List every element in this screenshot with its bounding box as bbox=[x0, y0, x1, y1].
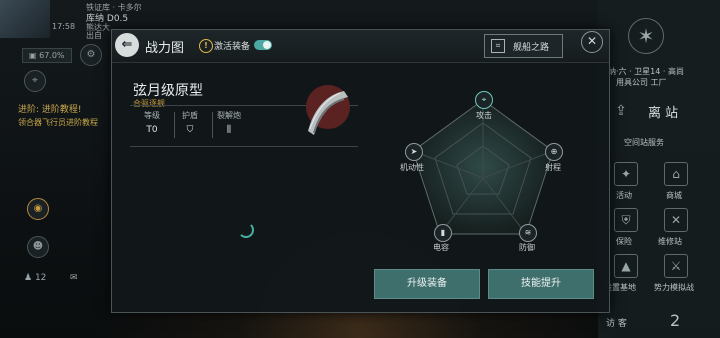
insurance-label[interactable]: 保险 bbox=[616, 236, 632, 247]
player-sub-text-2: 出自 bbox=[86, 31, 102, 40]
station-panel: ✶ 纳·六 · 卫星14 · 高尚 用具公司 工厂 ⇪ 离 站 空间站服务 ✦ … bbox=[598, 0, 720, 338]
stat-cannon-label: 裂解炮 bbox=[217, 111, 241, 120]
shield-icon: ⛉ bbox=[186, 125, 194, 135]
user-icon[interactable]: ☻ bbox=[27, 236, 49, 258]
capacity-icon[interactable]: ▮ bbox=[434, 224, 452, 242]
undock-icon[interactable]: ⇪ bbox=[610, 100, 632, 122]
leave-station-button[interactable]: 离 站 bbox=[648, 102, 678, 121]
player-avatar[interactable] bbox=[0, 0, 50, 38]
defense-icon[interactable]: ≋ bbox=[519, 224, 537, 242]
counter: ♟ 12 bbox=[24, 273, 47, 283]
mail-icon[interactable]: ✉ bbox=[70, 273, 78, 283]
radar-label-attack: 攻击 bbox=[476, 111, 492, 120]
stat-tier-label: 等级 bbox=[144, 111, 160, 120]
toggle-knob bbox=[263, 41, 271, 49]
player-coords: 17:58 bbox=[52, 22, 76, 31]
target-icon[interactable]: ◉ bbox=[27, 198, 49, 220]
activate-equipment-toggle[interactable] bbox=[254, 40, 272, 50]
station-location-line2: 用具公司 工厂 bbox=[616, 78, 667, 87]
close-button[interactable]: ✕ bbox=[581, 31, 603, 53]
stat-shield-label: 护盾 bbox=[182, 111, 198, 120]
settings-icon[interactable]: ⚙ bbox=[80, 44, 102, 66]
ship-class: 合驱逐舰 bbox=[133, 99, 165, 108]
shop-label[interactable]: 商城 bbox=[666, 190, 682, 201]
cannon-icon: ⫼ bbox=[226, 125, 232, 135]
skill-upgrade-button[interactable]: 技能提升 bbox=[488, 269, 594, 299]
activate-equipment-label: 激活装备 bbox=[214, 42, 251, 52]
visitor-count: 2 bbox=[670, 311, 681, 330]
station-services-label: 空间站服务 bbox=[624, 138, 664, 147]
dialog-title: 战力图 bbox=[145, 41, 185, 56]
task-title[interactable]: 进阶: 进阶教程! bbox=[18, 102, 82, 115]
faction-battle-icon[interactable]: ⚔ bbox=[664, 254, 688, 278]
base-icon[interactable]: ▲ bbox=[614, 254, 638, 278]
dialog-header: ⇐ 战力图 ! 激活装备 ⌗ 舰船之路 bbox=[112, 30, 609, 63]
people-icon: ♟ bbox=[24, 273, 33, 283]
task-desc[interactable]: 领合器飞行员进阶教程 bbox=[18, 117, 98, 128]
stat-cannon: 裂解炮 ⫼ bbox=[209, 110, 249, 135]
shield-badge-icon: ▣ bbox=[29, 51, 37, 60]
loading-spinner bbox=[238, 222, 254, 238]
station-location-line1: 纳·六 · 卫星14 · 高尚 bbox=[608, 67, 684, 76]
faction-emblem-icon: ✶ bbox=[628, 18, 664, 54]
ship-road-icon: ⌗ bbox=[491, 39, 505, 53]
radar-label-capacity: 电容 bbox=[433, 243, 449, 252]
back-arrow-icon: ⇐ bbox=[121, 37, 133, 52]
repair-label[interactable]: 维修站 bbox=[658, 236, 682, 247]
ship-road-label: 舰船之路 bbox=[513, 43, 550, 53]
radar-label-mobility: 机动性 bbox=[400, 163, 424, 172]
stat-shield: 护盾 ⛉ bbox=[170, 110, 213, 138]
activity-icon[interactable]: ✦ bbox=[614, 162, 638, 186]
insurance-icon[interactable]: ⛨ bbox=[614, 208, 638, 232]
range-icon[interactable]: ⊕ bbox=[545, 143, 563, 161]
attack-icon[interactable]: ⌖ bbox=[475, 91, 493, 109]
divider-bottom bbox=[130, 146, 358, 147]
player-badge: ▣ 67.0% bbox=[22, 48, 72, 63]
upgrade-equipment-button[interactable]: 升级装备 bbox=[374, 269, 480, 299]
location-pin-icon[interactable]: ⌖ bbox=[24, 70, 46, 92]
stat-tier-value: T0 bbox=[146, 125, 158, 135]
stat-tier: 等级 T0 bbox=[132, 110, 175, 138]
repair-icon[interactable]: ✕ bbox=[664, 208, 688, 232]
ship-road-button[interactable]: ⌗ 舰船之路 bbox=[484, 34, 563, 58]
activity-label[interactable]: 活动 bbox=[616, 190, 632, 201]
faction-battle-label[interactable]: 势力模拟战 bbox=[654, 282, 694, 293]
radar-label-range: 射程 bbox=[545, 163, 561, 172]
close-icon: ✕ bbox=[586, 34, 598, 48]
ship-name: 弦月级原型 bbox=[133, 83, 203, 99]
mobility-icon[interactable]: ➤ bbox=[405, 143, 423, 161]
back-button[interactable]: ⇐ bbox=[115, 33, 139, 57]
ship-image bbox=[306, 85, 350, 135]
shop-icon[interactable]: ⌂ bbox=[664, 162, 688, 186]
power-chart-dialog: ⇐ 战力图 ! 激活装备 ⌗ 舰船之路 ✕ 弦月级原型 合驱逐舰 等级 T0 护… bbox=[111, 29, 610, 313]
warning-icon[interactable]: ! bbox=[199, 39, 213, 53]
visitor-label: 访 客 bbox=[606, 319, 627, 329]
radar-label-defense: 防御 bbox=[519, 243, 535, 252]
